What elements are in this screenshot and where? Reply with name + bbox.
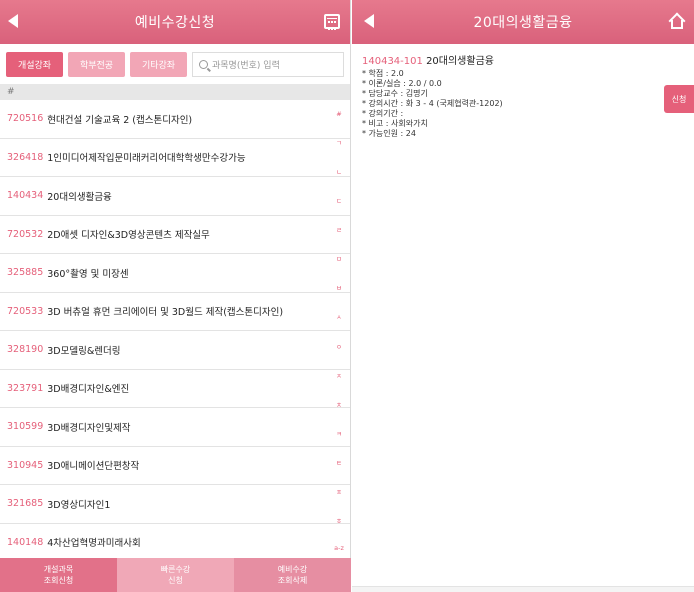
detail-theory-practice: * 이론/실습 : 2.0 / 0.0 bbox=[362, 79, 442, 88]
index-scrollbar[interactable]: # ㄱ ㄴ ㄷ ㄹ ㅁ ㅂ ㅅ ㅇ ㅈ ㅊ ㅋ ㅌ ㅍ ㅎ a-z bbox=[330, 100, 348, 562]
course-code: 720516 bbox=[7, 113, 44, 125]
course-code: 325885 bbox=[7, 267, 44, 279]
index-letter[interactable]: ㅂ bbox=[336, 282, 342, 292]
list-item[interactable]: 310945 3D애니메이션단편창작 bbox=[0, 447, 350, 485]
list-item[interactable]: 323791 3D배경디자인&엔진 bbox=[0, 370, 350, 408]
course-code: 323791 bbox=[7, 382, 44, 394]
back-arrow-icon[interactable] bbox=[8, 14, 18, 28]
course-name: 3D 버츄얼 휴먼 크리에이터 및 3D월드 제작(캡스톤디자인) bbox=[47, 307, 284, 319]
page-title: 예비수강신청 bbox=[134, 15, 216, 31]
list-item[interactable]: 140434 20대의생활금융 bbox=[0, 177, 350, 216]
detail-credits: * 학점 : 2.0 bbox=[362, 69, 404, 78]
index-letter[interactable]: ㅌ bbox=[336, 457, 342, 467]
index-letter[interactable]: a-z bbox=[334, 544, 344, 552]
list-item[interactable]: 720533 3D 버츄얼 휴먼 크리에이터 및 3D월드 제작(캡스톤디자인) bbox=[0, 293, 350, 331]
course-code: 720532 bbox=[7, 228, 44, 240]
index-letter[interactable]: ㅇ bbox=[336, 341, 342, 351]
course-detail: 140434-101 20대의생활금융 * 학점 : 2.0 * 이론/실습 :… bbox=[352, 44, 694, 152]
course-name: 20대의생활금융 bbox=[47, 191, 112, 203]
course-name: 1인미디어제작입문미래커리어대학학생만수강가능 bbox=[47, 153, 246, 165]
bottom-tab-line2: 신청 bbox=[168, 576, 183, 585]
course-code: 326418 bbox=[7, 151, 44, 163]
app-header: 20대의생활금융 bbox=[352, 0, 694, 44]
bottom-tab-line2: 조회삭제 bbox=[277, 576, 308, 585]
detail-time: * 강의시간 : 화 3 - 4 (국제협력관-1202) bbox=[362, 99, 503, 108]
index-letter[interactable]: ㅁ bbox=[336, 253, 342, 263]
course-name: 3D영상디자인1 bbox=[47, 499, 111, 511]
search-icon bbox=[199, 59, 208, 69]
index-letter[interactable]: # bbox=[336, 110, 341, 118]
index-letter[interactable]: ㅎ bbox=[336, 515, 342, 525]
list-item[interactable]: 325885 360°촬영 및 미장센 bbox=[0, 254, 350, 293]
course-list: 720516 현대건설 기술교육 2 (캡스톤디자인) 326418 1인미디어제작… bbox=[0, 100, 350, 562]
course-name: 4차산업혁명과미래사회 bbox=[47, 538, 141, 550]
detail-period: * 강의기간 : bbox=[362, 109, 404, 118]
course-code: 310945 bbox=[7, 459, 44, 471]
list-item[interactable]: 140148 4차산업혁명과미래사회 bbox=[0, 524, 350, 562]
bottom-tab-line1: 개설과목 bbox=[43, 565, 74, 574]
bottom-nav: 개설과목 조회신청 빠른수강 신청 예비수강 조회삭제 bbox=[0, 558, 351, 592]
apply-button[interactable]: 신청 bbox=[664, 85, 694, 113]
bottom-tab-course-inquiry[interactable]: 개설과목 조회신청 bbox=[0, 558, 117, 592]
search-placeholder: 과목명(번호) 입력 bbox=[212, 60, 280, 71]
back-arrow-icon[interactable] bbox=[364, 14, 374, 28]
course-name: 20대의생활금융 bbox=[426, 56, 494, 67]
course-name: 현대건설 기술교육 2 (캡스톤디자인) bbox=[47, 114, 193, 126]
course-title: 140434-101 20대의생활금융 bbox=[362, 57, 684, 67]
list-item[interactable]: 328190 3D모델링&렌더링 bbox=[0, 331, 350, 370]
course-list-screen: 예비수강신청 개설강좌 학부전공 기타강좌 과목명(번호) 입력 # 72051… bbox=[0, 0, 351, 592]
course-code: 140434-101 bbox=[362, 56, 423, 67]
bottom-tab-preapply-delete[interactable]: 예비수강 조회삭제 bbox=[234, 558, 351, 592]
course-name: 3D배경디자인&엔진 bbox=[47, 384, 130, 396]
home-icon[interactable] bbox=[668, 12, 686, 30]
course-name: 3D애니메이션단편창작 bbox=[47, 461, 140, 473]
index-letter[interactable]: ㅅ bbox=[336, 311, 342, 321]
list-item[interactable]: 310599 3D배경디자인및제작 bbox=[0, 408, 350, 447]
tab-major[interactable]: 학부전공 bbox=[68, 51, 125, 77]
index-letter[interactable]: ㅋ bbox=[336, 428, 342, 438]
course-code: 140148 bbox=[7, 536, 44, 548]
bottom-tab-line1: 예비수강 bbox=[277, 565, 308, 574]
search-input[interactable]: 과목명(번호) 입력 bbox=[192, 51, 344, 77]
course-detail-screen: 20대의생활금융 140434-101 20대의생활금융 * 학점 : 2.0 … bbox=[352, 0, 694, 592]
bottom-tab-quick-apply[interactable]: 빠른수강 신청 bbox=[117, 558, 234, 592]
list-item[interactable]: 720516 현대건설 기술교육 2 (캡스톤디자인) bbox=[0, 100, 350, 139]
index-letter[interactable]: ㄴ bbox=[336, 166, 342, 176]
course-code: 321685 bbox=[7, 498, 44, 510]
index-letter[interactable]: ㅊ bbox=[336, 399, 342, 409]
bottom-tab-line2: 조회신청 bbox=[43, 576, 74, 585]
tab-open-courses[interactable]: 개설강좌 bbox=[6, 51, 63, 77]
course-name: 2D애셋 디자인&3D영상콘텐츠 제작실무 bbox=[47, 230, 210, 242]
course-code: 140434 bbox=[7, 190, 44, 202]
bottom-edge bbox=[352, 586, 694, 592]
detail-note: * 비고 : 사회와가치 bbox=[362, 119, 428, 128]
course-code: 310599 bbox=[7, 421, 44, 433]
list-item[interactable]: 326418 1인미디어제작입문미래커리어대학학생만수강가능 bbox=[0, 139, 350, 177]
screenshot-pair: 예비수강신청 개설강좌 학부전공 기타강좌 과목명(번호) 입력 # 72051… bbox=[0, 0, 694, 592]
index-letter[interactable]: ㅍ bbox=[336, 486, 342, 496]
category-tabs: 개설강좌 학부전공 기타강좌 과목명(번호) 입력 bbox=[0, 44, 350, 84]
bottom-tab-line1: 빠른수강 bbox=[160, 565, 191, 574]
index-letter[interactable]: ㅈ bbox=[336, 370, 342, 380]
course-name: 3D모델링&렌더링 bbox=[47, 345, 121, 357]
index-letter[interactable]: ㄱ bbox=[336, 137, 342, 147]
list-item[interactable]: 321685 3D영상디자인1 bbox=[0, 485, 350, 524]
course-code: 720533 bbox=[7, 305, 44, 317]
list-item[interactable]: 720532 2D애셋 디자인&3D영상콘텐츠 제작실무 bbox=[0, 216, 350, 254]
detail-professor: * 담당교수 : 김명기 bbox=[362, 89, 428, 98]
calendar-icon[interactable] bbox=[324, 14, 340, 30]
course-code: 328190 bbox=[7, 344, 44, 356]
index-letter[interactable]: ㄷ bbox=[336, 195, 342, 205]
page-title: 20대의생활금융 bbox=[473, 15, 573, 31]
app-header: 예비수강신청 bbox=[0, 0, 350, 44]
course-name: 360°촬영 및 미장센 bbox=[47, 268, 129, 280]
course-name: 3D배경디자인및제작 bbox=[47, 422, 131, 434]
index-letter[interactable]: ㄹ bbox=[336, 224, 342, 234]
detail-capacity: * 가능인원 : 24 bbox=[362, 129, 416, 138]
section-header: # bbox=[0, 84, 350, 100]
tab-other[interactable]: 기타강좌 bbox=[130, 51, 187, 77]
